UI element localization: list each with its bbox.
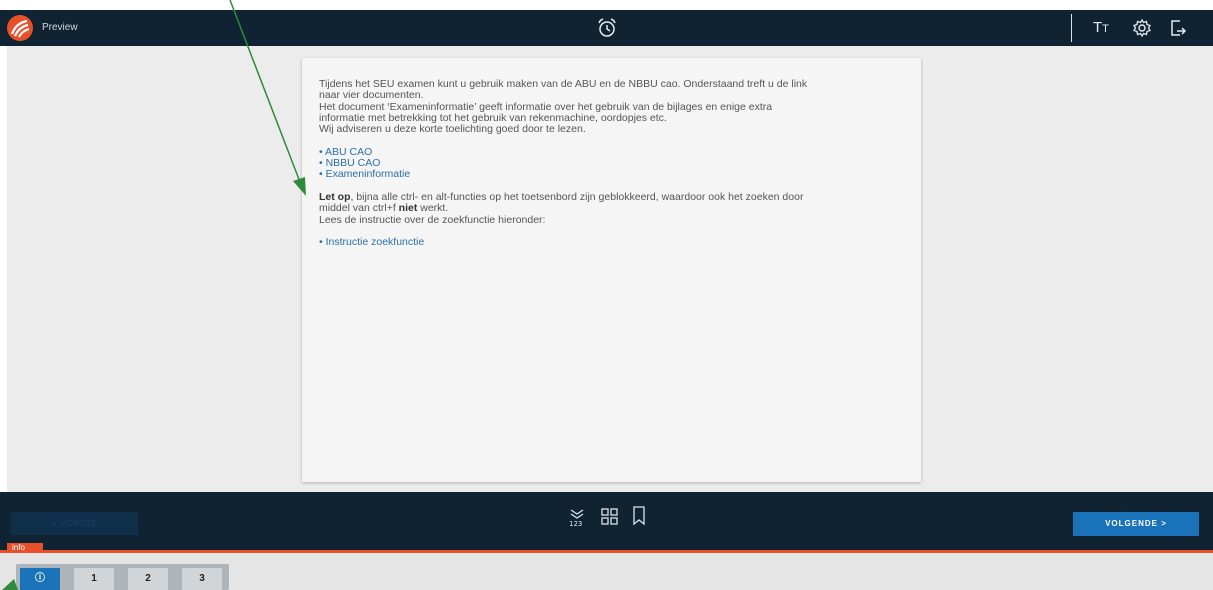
instruction-line: Lees de instructie over de zoekfunctie h… [319, 213, 546, 226]
question-button-3[interactable]: 3 [182, 568, 222, 590]
header-divider [1071, 14, 1072, 42]
svg-text:123: 123 [569, 520, 582, 528]
link-abu-cao[interactable]: • ABU CAO [319, 146, 909, 158]
previous-button[interactable]: < VORIGE [11, 512, 138, 535]
bookmark-icon[interactable] [631, 505, 647, 532]
info-card: Tijdens het SEU examen kunt u gebruik ma… [302, 58, 921, 482]
app-mode-label: Preview [42, 22, 78, 33]
info-tab-label: info [7, 543, 43, 553]
brand-logo-icon [7, 15, 33, 41]
text-size-icon[interactable]: TT [1093, 18, 1109, 39]
question-navigator: ⓘ 1 2 3 [16, 564, 229, 590]
question-numbers-icon[interactable]: 123 [566, 506, 588, 533]
bottom-toolbar: < VORIGE 123 VOLGENDE > [0, 492, 1213, 550]
link-instructie-zoekfunctie[interactable]: • Instructie zoekfunctie [319, 236, 909, 248]
intro-line: naar vier documenten. [319, 89, 424, 102]
link-exameninformatie[interactable]: • Exameninformatie [319, 169, 909, 181]
gear-icon[interactable] [1132, 18, 1152, 43]
next-button[interactable]: VOLGENDE > [1073, 512, 1199, 536]
question-info-button[interactable]: ⓘ [20, 568, 60, 590]
warning-line: middel van ctrl+f niet werkt. [319, 202, 449, 215]
overview-grid-icon[interactable] [600, 507, 620, 532]
question-button-1[interactable]: 1 [74, 568, 114, 590]
main-content-area: Tijdens het SEU examen kunt u gebruik ma… [7, 46, 1213, 492]
exit-icon[interactable] [1168, 18, 1188, 43]
intro-line: Wij adviseren u deze korte toelichting g… [319, 123, 586, 136]
top-bar: Preview TT [0, 10, 1213, 46]
info-text: Tijdens het SEU examen kunt u gebruik ma… [319, 78, 909, 248]
alarm-clock-icon[interactable] [596, 17, 618, 44]
question-button-2[interactable]: 2 [128, 568, 168, 590]
